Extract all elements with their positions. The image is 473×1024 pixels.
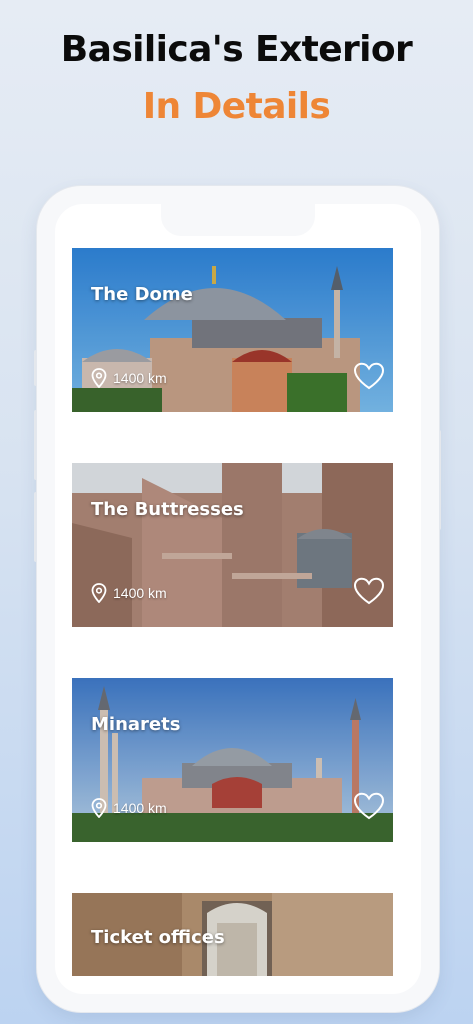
headline-line-1: Basilica's Exterior — [60, 29, 413, 70]
phone-screen: The Dome 1400 km The Buttresses 1400 km … — [55, 204, 421, 994]
phone-frame: The Dome 1400 km The Buttresses 1400 km … — [37, 186, 439, 1012]
place-card-minarets[interactable]: Minarets 1400 km — [72, 678, 393, 842]
card-title: Ticket offices — [91, 927, 225, 948]
card-title: The Dome — [91, 284, 193, 305]
card-distance: 1400 km — [91, 798, 167, 818]
headline-line-2: In Details — [142, 86, 331, 127]
heart-outline-icon[interactable] — [353, 362, 385, 390]
map-pin-icon — [91, 583, 107, 603]
phone-notch — [161, 204, 315, 236]
place-card-dome[interactable]: The Dome 1400 km — [72, 248, 393, 412]
heart-outline-icon[interactable] — [353, 577, 385, 605]
place-card-buttresses[interactable]: The Buttresses 1400 km — [72, 463, 393, 627]
place-card-ticket-offices[interactable]: Ticket offices — [72, 893, 393, 976]
heart-outline-icon[interactable] — [353, 792, 385, 820]
card-distance: 1400 km — [91, 368, 167, 388]
card-distance: 1400 km — [91, 583, 167, 603]
card-distance-text: 1400 km — [113, 800, 167, 816]
card-distance-text: 1400 km — [113, 585, 167, 601]
map-pin-icon — [91, 798, 107, 818]
card-title: Minarets — [91, 714, 181, 735]
map-pin-icon — [91, 368, 107, 388]
promo-headline: Basilica's Exterior In Details — [0, 26, 473, 132]
card-distance-text: 1400 km — [113, 370, 167, 386]
card-title: The Buttresses — [91, 499, 244, 520]
